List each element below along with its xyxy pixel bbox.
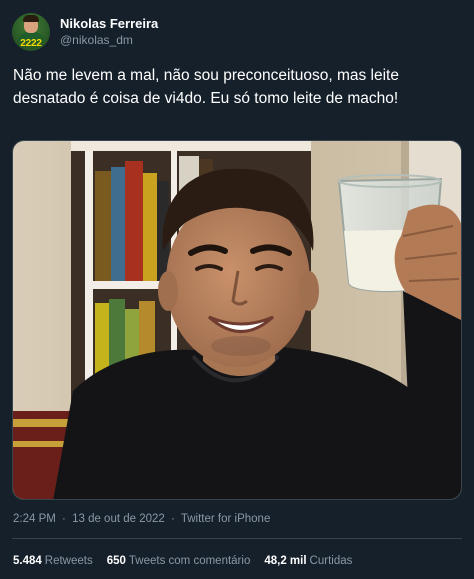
author-display-name[interactable]: Nikolas Ferreira <box>60 16 158 32</box>
tweet-stats: 5.484 Retweets 650 Tweets com comentário 4… <box>13 555 366 567</box>
tweet-source[interactable]: Twitter for iPhone <box>181 513 270 525</box>
tweet-header: 2222 Nikolas Ferreira @nikolas_dm <box>12 12 158 52</box>
author-handle[interactable]: @nikolas_dm <box>60 32 158 48</box>
stat-quote-tweets[interactable]: 650 Tweets com comentário <box>107 555 251 567</box>
photo-illustration <box>13 141 461 499</box>
stat-retweets[interactable]: 5.484 Retweets <box>13 555 93 567</box>
meta-separator: · <box>62 513 66 525</box>
avatar-badge: 2222 <box>20 38 42 49</box>
stat-value: 650 <box>106 555 126 567</box>
tweet-text: Não me levem a mal, não sou preconceituo… <box>13 67 399 107</box>
tweet: 2222 Nikolas Ferreira @nikolas_dm Não me… <box>0 0 474 579</box>
tweet-photo[interactable] <box>12 140 462 500</box>
stat-label: Curtidas <box>309 555 353 567</box>
tweet-meta: 2:24 PM · 13 de out de 2022 · Twitter fo… <box>13 513 270 525</box>
stat-label: Tweets com comentário <box>128 555 251 567</box>
avatar[interactable]: 2222 <box>12 13 50 51</box>
stat-value: 5.484 <box>13 555 42 567</box>
author-names: Nikolas Ferreira @nikolas_dm <box>60 16 158 48</box>
divider <box>12 538 462 539</box>
stat-likes[interactable]: 48,2 mil Curtidas <box>264 555 352 567</box>
meta-separator: · <box>171 513 175 525</box>
stat-label: Retweets <box>44 555 93 567</box>
tweet-time[interactable]: 2:24 PM <box>13 513 56 525</box>
tweet-date[interactable]: 13 de out de 2022 <box>72 513 165 525</box>
avatar-hair <box>23 15 39 22</box>
stat-value: 48,2 mil <box>264 555 307 567</box>
